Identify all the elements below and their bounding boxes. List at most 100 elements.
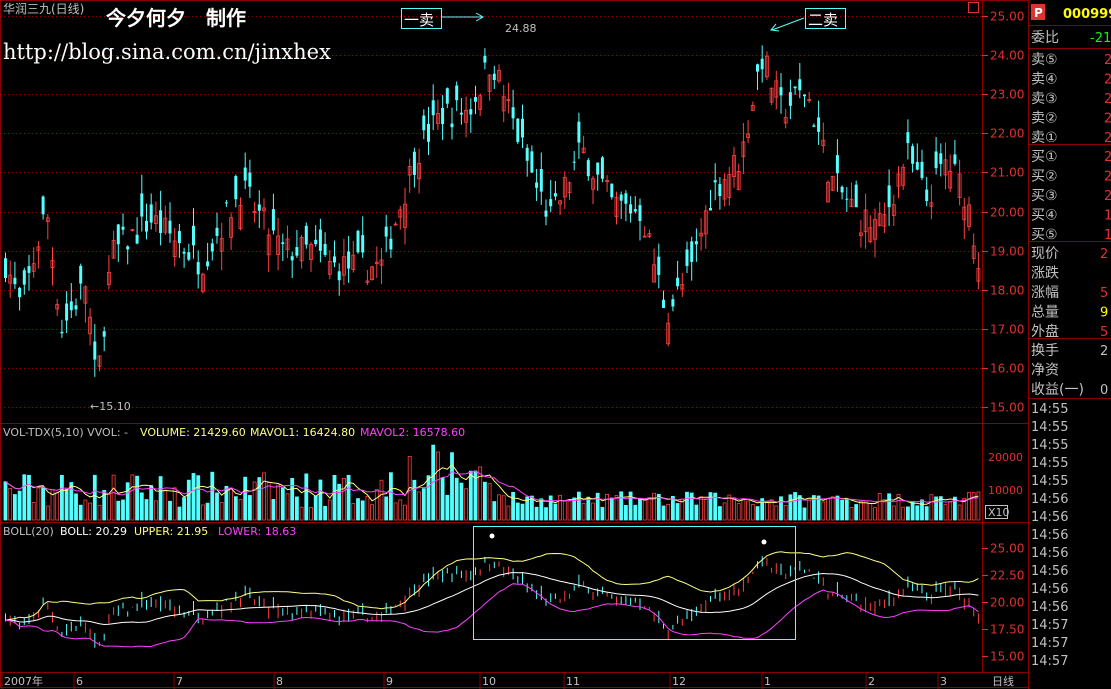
candle-body — [168, 220, 172, 234]
volume-bar — [624, 505, 628, 521]
volume-axis-10000: 10000 — [988, 484, 1023, 497]
blog-url[interactable]: http://blog.sina.com.cn/jinxhex — [3, 40, 331, 64]
stock-code: 000999 — [1063, 7, 1111, 22]
volume-bar — [285, 493, 290, 521]
volume-bar — [501, 495, 506, 521]
sell-level-label: 卖④ — [1031, 72, 1058, 88]
time-axis-label: 2 — [868, 675, 875, 688]
candle-body — [281, 242, 285, 244]
candle-body — [79, 265, 83, 284]
close-box[interactable] — [968, 2, 979, 13]
volume-bar — [318, 479, 323, 521]
volume-bar — [388, 472, 393, 521]
candle-body — [803, 94, 806, 97]
volume-bar — [609, 497, 614, 521]
volume-bar — [854, 504, 859, 521]
volume-bar — [139, 492, 144, 521]
candle-body — [596, 162, 600, 175]
quote-stat-label: 外盘 — [1031, 323, 1059, 340]
price-axis-label: 15.00 — [990, 401, 1024, 415]
volume-bar — [863, 500, 868, 521]
candle-body — [271, 209, 275, 231]
sell-level-value: 2 — [1104, 112, 1111, 127]
volume-bar — [252, 481, 257, 521]
candle-body — [257, 204, 261, 211]
candle-body — [215, 227, 219, 236]
volume-bar — [515, 502, 520, 521]
candle-body — [361, 235, 365, 253]
volume-bar — [238, 499, 243, 521]
buy-level-label: 买④ — [1031, 208, 1058, 224]
quote-stat2-value: 2 — [1100, 344, 1108, 359]
tick-time: 14:55 — [1031, 438, 1068, 453]
tick-time: 14:55 — [1031, 420, 1068, 435]
volume-unit: X10 — [988, 506, 1010, 519]
candle-body — [756, 64, 759, 72]
volume-bar — [873, 507, 877, 521]
candle-body — [549, 199, 553, 207]
candle-body — [347, 251, 351, 269]
market-badge-text: P — [1034, 6, 1043, 20]
candle-body — [27, 266, 31, 273]
volume-bar — [868, 502, 873, 521]
quote-stat2-value: 0 — [1100, 383, 1108, 398]
weibi-value: -21 — [1090, 31, 1111, 46]
volume-bar — [45, 505, 50, 521]
volume-bar — [802, 507, 807, 521]
volume-bar — [859, 500, 863, 521]
candle-body — [638, 205, 642, 221]
buy-level-value: 1 — [1104, 209, 1111, 224]
volume-bar — [200, 504, 205, 521]
volume-bar — [901, 506, 906, 521]
candle-body — [553, 193, 557, 197]
sell-level-value: 2 — [1104, 131, 1111, 146]
volume-bar — [793, 492, 797, 521]
volume-bar — [821, 501, 826, 521]
volume-bar — [8, 488, 13, 521]
candle-body — [690, 241, 694, 262]
candle-body — [709, 208, 712, 211]
volume-bar — [844, 499, 849, 521]
price-axis-label: 20.00 — [990, 206, 1024, 220]
price-axis-label: 22.00 — [990, 127, 1024, 141]
volume-bar — [765, 501, 769, 521]
volume-bar — [412, 479, 417, 521]
candle-body — [234, 176, 238, 200]
candle-body — [577, 121, 581, 143]
volume-bar — [920, 499, 924, 521]
volume-bar — [83, 499, 88, 521]
volume-bar — [581, 502, 586, 521]
volume-bar — [313, 495, 318, 521]
candle-body — [427, 123, 430, 142]
volume-bar — [210, 471, 215, 521]
volume-bar — [520, 503, 525, 521]
volume-bar — [732, 497, 736, 521]
volume-bar — [426, 475, 431, 521]
highlight-box — [473, 526, 796, 640]
volume-bar — [74, 493, 78, 521]
candle-body — [455, 85, 459, 101]
volume-bar — [774, 505, 779, 521]
volume-bar — [421, 488, 426, 521]
candle-body — [572, 161, 576, 163]
stock-chart[interactable]: 华润三九(日线) 今夕何夕 制作 http://blog.sina.com.cn… — [0, 0, 1111, 689]
volume-bar — [121, 499, 125, 521]
volume-bar — [553, 503, 558, 521]
candle-body — [779, 87, 783, 96]
sell1-label: 一卖 — [404, 11, 434, 29]
candle-body — [939, 153, 943, 164]
volume-bar — [299, 506, 304, 521]
volume-bar — [788, 494, 793, 521]
price-axis-label: 19.00 — [990, 245, 1024, 259]
volume-bar — [835, 495, 840, 521]
volume-bar — [887, 493, 891, 521]
candle-body — [4, 258, 7, 278]
volume-bar — [417, 491, 422, 521]
time-axis-label: 9 — [386, 675, 393, 688]
volume-bar — [309, 507, 313, 521]
period-label[interactable]: 日线 — [992, 674, 1014, 688]
time-axis-label: 10 — [482, 675, 496, 688]
volume-bar — [722, 502, 727, 521]
volume-bar — [69, 482, 74, 521]
quote-stat-label: 涨幅 — [1031, 285, 1059, 301]
